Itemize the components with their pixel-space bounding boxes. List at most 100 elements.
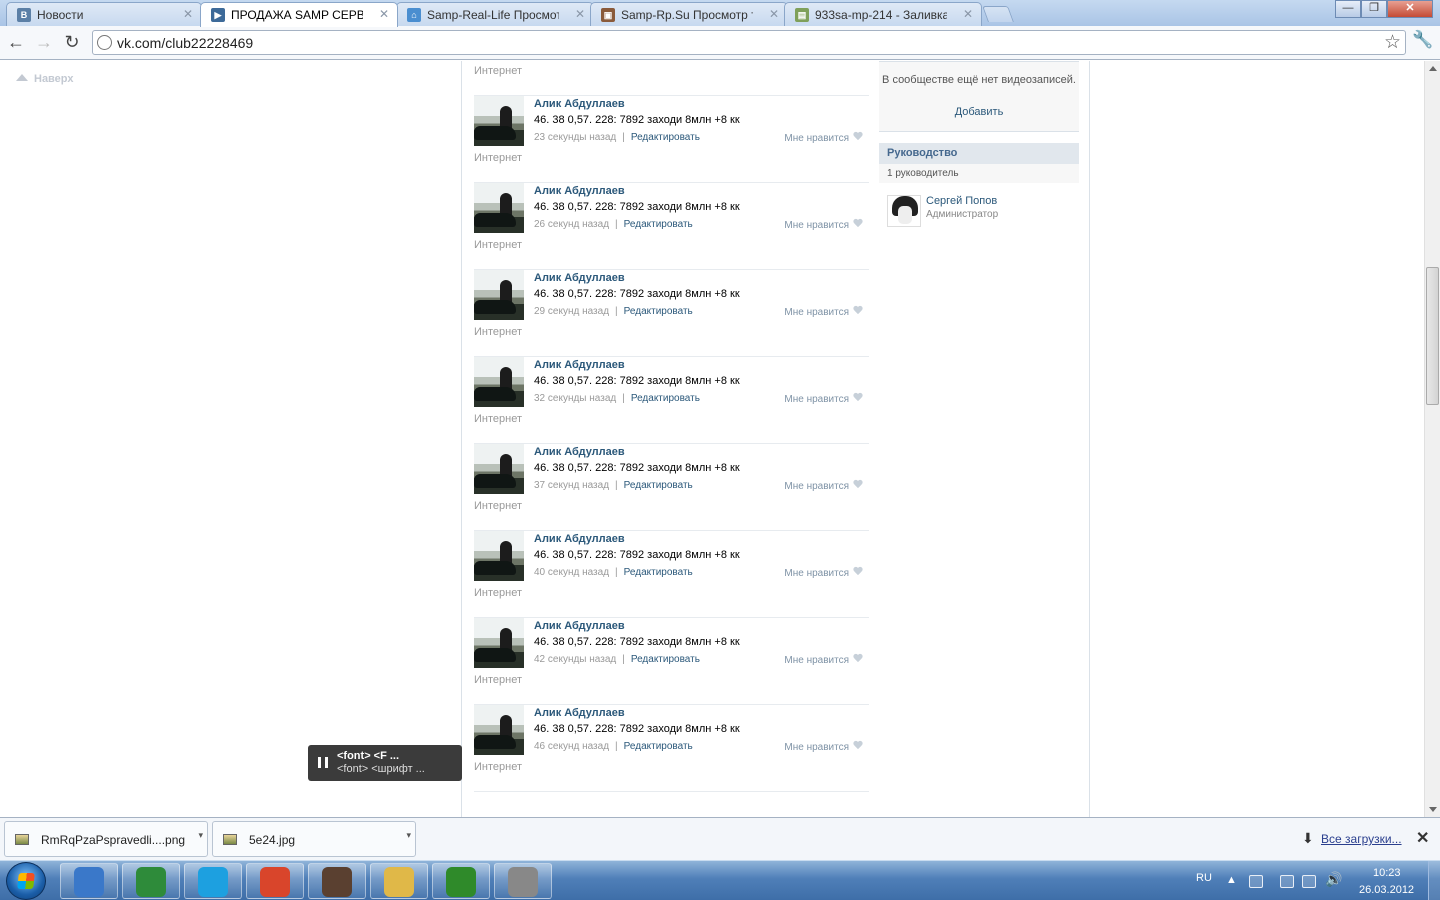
clock-time[interactable]: 10:23: [1373, 867, 1401, 879]
flag-tray-icon[interactable]: [1280, 875, 1294, 888]
volume-icon[interactable]: 🔊: [1325, 871, 1342, 888]
edit-post-link[interactable]: Редактировать: [631, 393, 700, 404]
taskbar-app-button[interactable]: [184, 863, 242, 899]
author-avatar[interactable]: [474, 531, 524, 581]
like-button[interactable]: Мне нравится: [784, 480, 863, 492]
like-button[interactable]: Мне нравится: [784, 219, 863, 231]
taskbar-app-button[interactable]: [308, 863, 366, 899]
taskbar-app-button[interactable]: [60, 863, 118, 899]
edit-post-link[interactable]: Редактировать: [624, 306, 693, 317]
like-button[interactable]: Мне нравится: [784, 306, 863, 318]
taskbar-app-button[interactable]: [432, 863, 490, 899]
edit-post-link[interactable]: Редактировать: [624, 480, 693, 491]
post-time[interactable]: 40 секунд назад: [534, 567, 609, 578]
scroll-down-icon[interactable]: [1429, 807, 1437, 812]
taskbar-app-button[interactable]: [122, 863, 180, 899]
address-url[interactable]: vk.com/club22228469: [117, 35, 253, 51]
post-time[interactable]: 46 секунд назад: [534, 741, 609, 752]
close-downloads-icon[interactable]: ✕: [1416, 828, 1429, 848]
show-desktop-button[interactable]: [1428, 861, 1440, 900]
post-time[interactable]: 32 секунды назад: [534, 393, 616, 404]
caret-down-icon[interactable]: ▾: [198, 830, 203, 841]
post-author-link[interactable]: Алик Абдуллаев: [534, 707, 625, 719]
like-button[interactable]: Мне нравится: [784, 132, 863, 144]
post-time[interactable]: 26 секунд назад: [534, 219, 609, 230]
caret-down-icon[interactable]: ▾: [406, 830, 411, 841]
close-tab-icon[interactable]: ✕: [183, 7, 193, 21]
close-window-button[interactable]: ✕: [1387, 0, 1433, 18]
language-indicator[interactable]: RU: [1196, 872, 1212, 884]
scroll-thumb[interactable]: [1426, 267, 1439, 405]
all-downloads-link[interactable]: Все загрузки...: [1321, 832, 1402, 846]
leadership-header[interactable]: Руководство: [879, 143, 1079, 164]
bookmark-star-icon[interactable]: ☆: [1384, 31, 1401, 54]
edit-post-link[interactable]: Редактировать: [631, 654, 700, 665]
pause-icon[interactable]: [318, 757, 328, 768]
author-avatar[interactable]: [474, 96, 524, 146]
like-button[interactable]: Мне нравится: [784, 393, 863, 405]
post-time[interactable]: 37 секунд назад: [534, 480, 609, 491]
edit-post-link[interactable]: Редактировать: [631, 132, 700, 143]
author-avatar[interactable]: [474, 270, 524, 320]
download-item[interactable]: RmRqPzaPspravedli....png ▾: [4, 821, 208, 857]
audio-player-popup[interactable]: <font> <F ... <font> <шрифт ...: [308, 745, 462, 781]
address-bar[interactable]: vk.com/club22228469 ☆: [92, 30, 1406, 55]
close-tab-icon[interactable]: ✕: [575, 7, 585, 21]
edit-post-link[interactable]: Редактировать: [624, 567, 693, 578]
like-button[interactable]: Мне нравится: [784, 567, 863, 579]
page-scrollbar[interactable]: [1424, 61, 1440, 817]
add-video-link[interactable]: Добавить: [879, 106, 1079, 118]
author-avatar[interactable]: [474, 444, 524, 494]
browser-tab[interactable]: ▶ ПРОДАЖА SAMP СЕРВЕРОВ ✕: [200, 2, 398, 27]
post-time[interactable]: 42 секунды назад: [534, 654, 616, 665]
close-tab-icon[interactable]: ✕: [379, 7, 389, 21]
like-button[interactable]: Мне нравится: [784, 741, 863, 753]
post-author-link[interactable]: Алик Абдуллаев: [534, 272, 625, 284]
start-button[interactable]: [6, 862, 46, 900]
back-button[interactable]: ←: [5, 32, 27, 54]
new-tab-button[interactable]: [982, 6, 1014, 22]
show-hidden-icons-icon[interactable]: ▲: [1226, 874, 1237, 886]
edit-post-link[interactable]: Редактировать: [624, 219, 693, 230]
post-time[interactable]: 29 секунд назад: [534, 306, 609, 317]
wrench-menu-icon[interactable]: 🔧: [1412, 30, 1433, 50]
post-author-link[interactable]: Алик Абдуллаев: [534, 446, 625, 458]
taskbar-app-button[interactable]: [370, 863, 428, 899]
leader-avatar[interactable]: [887, 195, 921, 227]
forward-button[interactable]: →: [33, 32, 55, 54]
post-time[interactable]: 23 секунды назад: [534, 132, 616, 143]
minimize-button[interactable]: —: [1335, 0, 1361, 18]
monitor-tray-icon[interactable]: [1249, 875, 1263, 888]
post-author-link[interactable]: Алик Абдуллаев: [534, 98, 625, 110]
post-text: 46. 38 0,57. 228: 7892 заходи 8млн +8 кк: [534, 723, 740, 735]
author-avatar[interactable]: [474, 357, 524, 407]
media-subtitle: <font> <шрифт ...: [337, 763, 425, 775]
post-author-link[interactable]: Алик Абдуллаев: [534, 620, 625, 632]
close-tab-icon[interactable]: ✕: [963, 7, 973, 21]
edit-post-link[interactable]: Редактировать: [624, 741, 693, 752]
scroll-to-top-link[interactable]: Наверх: [16, 73, 74, 85]
clock-date[interactable]: 26.03.2012: [1359, 884, 1414, 896]
leader-name-link[interactable]: Сергей Попов: [926, 195, 997, 207]
browser-tab[interactable]: ▤ 933sa-mp-214 - Заливка уд ✕: [784, 2, 982, 26]
browser-tab[interactable]: ▣ Samp-Rp.Su Просмотр тем ✕: [590, 2, 788, 26]
post-author-link[interactable]: Алик Абдуллаев: [534, 359, 625, 371]
browser-tab[interactable]: ⌂ Samp-Real-Life Просмотр ✕: [396, 2, 594, 26]
download-item[interactable]: 5e24.jpg ▾: [212, 821, 416, 857]
author-avatar[interactable]: [474, 183, 524, 233]
taskbar-app-button[interactable]: [494, 863, 552, 899]
close-tab-icon[interactable]: ✕: [769, 7, 779, 21]
scroll-up-icon[interactable]: [1429, 66, 1437, 71]
author-avatar[interactable]: [474, 618, 524, 668]
network-tray-icon[interactable]: [1302, 875, 1316, 888]
taskbar-app-button[interactable]: [246, 863, 304, 899]
like-button[interactable]: Мне нравится: [784, 654, 863, 666]
reload-button[interactable]: ↻: [61, 32, 83, 54]
like-label: Мне нравится: [784, 394, 849, 405]
post-author-link[interactable]: Алик Абдуллаев: [534, 185, 625, 197]
author-avatar[interactable]: [474, 705, 524, 755]
post-text: 46. 38 0,57. 228: 7892 заходи 8млн +8 кк: [534, 288, 740, 300]
browser-tab[interactable]: В Новости ✕: [6, 2, 202, 26]
post-author-link[interactable]: Алик Абдуллаев: [534, 533, 625, 545]
maximize-button[interactable]: ❐: [1361, 0, 1387, 18]
